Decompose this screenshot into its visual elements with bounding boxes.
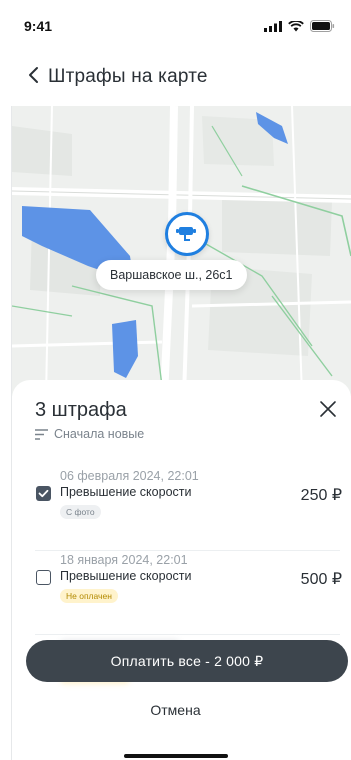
pay-all-button[interactable]: Оплатить все - 2 000 ₽	[26, 640, 348, 682]
fine-price: 500 ₽	[300, 571, 342, 588]
home-indicator[interactable]	[124, 754, 228, 758]
checkmark-icon	[38, 489, 49, 498]
battery-icon	[310, 20, 335, 32]
close-icon[interactable]	[319, 400, 337, 418]
fine-description: Превышение скорости	[60, 569, 192, 583]
fine-item[interactable]: 18 января 2024, 22:01 Превышение скорост…	[35, 550, 342, 635]
signal-icon	[264, 20, 282, 32]
back-arrow-icon[interactable]	[26, 65, 42, 85]
sort-icon	[35, 428, 48, 440]
status-time: 9:41	[24, 18, 53, 34]
cancel-button[interactable]: Отмена	[0, 702, 351, 718]
fine-date: 06 февраля 2024, 22:01	[60, 469, 199, 483]
camera-marker[interactable]	[165, 212, 209, 256]
fine-description: Превышение скорости	[60, 485, 192, 499]
unpaid-badge: Не оплачен	[60, 589, 118, 603]
camera-icon	[176, 227, 196, 241]
top-bar: Штрафы на карте	[0, 44, 351, 106]
photo-badge: С фото	[60, 505, 101, 519]
sort-label: Сначала новые	[54, 427, 145, 441]
fines-count-title: 3 штрафа	[35, 399, 127, 421]
sort-control[interactable]: Сначала новые	[35, 427, 144, 441]
status-icons	[264, 20, 335, 32]
fine-checkbox-unchecked[interactable]	[36, 570, 51, 585]
fine-item[interactable]: 06 февраля 2024, 22:01 Превышение скорос…	[35, 466, 342, 551]
fine-date: 18 января 2024, 22:01	[60, 553, 188, 567]
address-label: Варшавское ш., 26с1	[96, 260, 247, 290]
page-title: Штрафы на карте	[48, 66, 208, 87]
fine-checkbox-checked[interactable]	[36, 486, 51, 501]
map-view[interactable]: Варшавское ш., 26с1	[12, 106, 351, 396]
fines-bottom-sheet: 3 штрафа Сначала новые 06 февраля 2024, …	[12, 380, 351, 760]
wifi-icon	[288, 20, 304, 31]
status-bar: 9:41	[0, 0, 351, 44]
fine-price: 250 ₽	[300, 487, 342, 504]
